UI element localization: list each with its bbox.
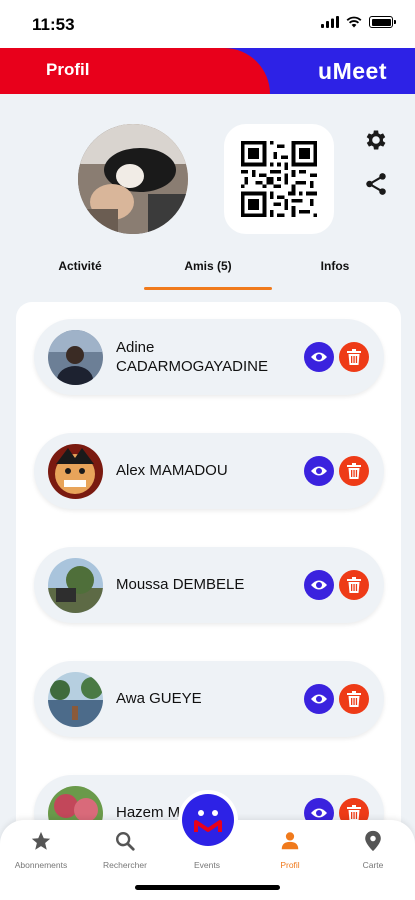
map-pin-icon <box>365 830 381 852</box>
qr-code-card[interactable] <box>224 124 334 234</box>
settings-button[interactable] <box>360 124 392 156</box>
delete-friend-button[interactable] <box>339 342 369 372</box>
user-icon <box>281 832 299 850</box>
eye-icon <box>311 694 327 704</box>
friend-avatar <box>48 672 103 727</box>
view-friend-button[interactable] <box>304 456 334 486</box>
star-icon <box>31 831 51 850</box>
share-icon <box>366 173 386 195</box>
view-friend-button[interactable] <box>304 684 334 714</box>
friend-name: Awa GUEYE <box>116 690 202 708</box>
search-icon <box>116 832 135 851</box>
nav-label: Rechercher <box>103 860 147 870</box>
home-indicator <box>135 885 280 890</box>
tab-activite[interactable]: Activité <box>40 255 120 293</box>
nav-item-abonnements[interactable]: Abonnements <box>0 828 82 878</box>
friend-card[interactable]: Moussa DEMBELE <box>34 547 384 623</box>
trash-icon <box>347 577 361 593</box>
nav-label: Events <box>194 860 220 870</box>
nav-item-rechercher[interactable]: Rechercher <box>84 828 166 878</box>
nav-item-carte[interactable]: Carte <box>332 828 414 878</box>
friend-name: Moussa DEMBELE <box>116 576 245 594</box>
delete-friend-button[interactable] <box>339 684 369 714</box>
events-logo-icon <box>182 794 234 846</box>
active-tab-indicator <box>144 287 272 290</box>
eye-icon <box>311 352 327 362</box>
events-button[interactable] <box>178 790 238 850</box>
view-friend-button[interactable] <box>304 342 334 372</box>
profile-tabs: Activité Amis (5) Infos <box>0 255 415 295</box>
status-time: 11:53 <box>32 15 75 34</box>
trash-icon <box>347 349 361 365</box>
friend-name: Alex MAMADOU <box>116 462 228 480</box>
trash-icon <box>347 463 361 479</box>
eye-icon <box>311 580 327 590</box>
nav-label: Profil <box>280 860 300 870</box>
friend-card[interactable]: Awa GUEYE <box>34 661 384 737</box>
status-bar: 11:53 <box>0 0 415 48</box>
status-icons <box>321 16 396 28</box>
signal-icon <box>321 16 339 28</box>
qr-code <box>241 141 317 217</box>
nav-label: Carte <box>362 860 384 870</box>
app-header: Profil uMeet <box>0 48 415 94</box>
nav-label: Abonnements <box>14 860 68 870</box>
friend-card[interactable]: Alex MAMADOU <box>34 433 384 509</box>
tab-infos[interactable]: Infos <box>298 255 372 293</box>
eye-icon <box>311 466 327 476</box>
friend-avatar <box>48 558 103 613</box>
share-button[interactable] <box>360 168 392 200</box>
friend-card[interactable]: Adine CADARMOGAYADINE <box>34 319 384 395</box>
eye-icon <box>311 808 327 818</box>
delete-friend-button[interactable] <box>339 456 369 486</box>
view-friend-button[interactable] <box>304 570 334 600</box>
friend-name: Adine CADARMOGAYADINE <box>116 338 268 376</box>
battery-icon <box>369 16 396 28</box>
app-logo: uMeet <box>318 58 387 84</box>
delete-friend-button[interactable] <box>339 570 369 600</box>
gear-icon <box>366 130 386 150</box>
trash-icon <box>347 691 361 707</box>
header-red-band <box>0 48 270 94</box>
page-title: Profil <box>46 60 90 79</box>
nav-item-profil[interactable]: Profil <box>249 828 331 878</box>
profile-avatar[interactable] <box>78 124 188 234</box>
friend-avatar <box>48 444 103 499</box>
friend-avatar <box>48 330 103 385</box>
friends-list: Adine CADARMOGAYADINE Alex MAMADOU Mouss… <box>16 302 401 862</box>
wifi-icon <box>346 16 362 28</box>
trash-icon <box>347 805 361 821</box>
profile-photo-cat <box>78 124 188 234</box>
